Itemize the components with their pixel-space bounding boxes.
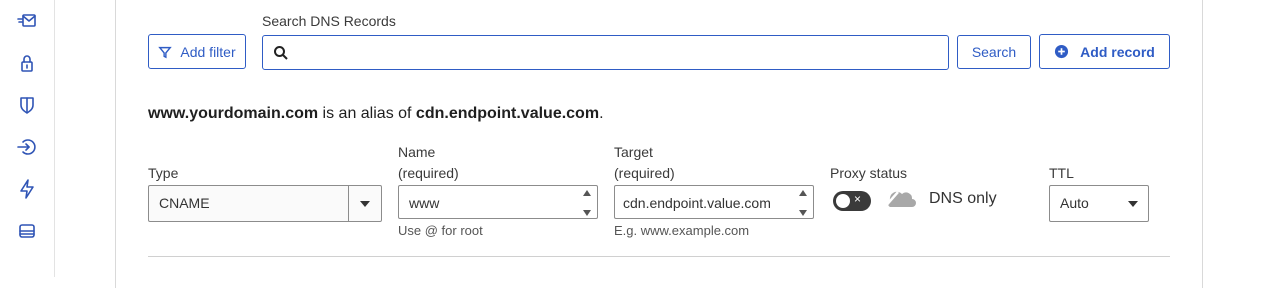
ttl-value: Auto <box>1060 195 1089 211</box>
name-stepper[interactable] <box>583 188 593 218</box>
name-required: (required) <box>398 165 459 181</box>
search-button-label: Search <box>971 44 1017 60</box>
lock-icon[interactable] <box>15 51 39 75</box>
storage-icon[interactable] <box>15 219 39 243</box>
name-field[interactable]: www <box>398 185 598 219</box>
target-field[interactable]: cdn.endpoint.value.com <box>614 185 814 219</box>
ttl-label: TTL <box>1049 165 1074 181</box>
add-record-button[interactable]: Add record <box>1039 34 1170 69</box>
target-hint: E.g. www.example.com <box>614 223 750 238</box>
plus-circle-icon <box>1055 44 1069 59</box>
alias-target: cdn.endpoint.value.com <box>415 105 600 122</box>
search-icon <box>274 46 288 60</box>
chevron-down-icon <box>360 201 370 207</box>
traffic-icon[interactable] <box>15 135 39 159</box>
sidebar <box>0 0 55 277</box>
proxy-status-value: DNS only <box>929 190 997 207</box>
alias-middle-text: is an alias of <box>318 105 416 122</box>
add-filter-label: Add filter <box>180 43 236 60</box>
target-required: (required) <box>614 165 675 181</box>
filter-icon <box>158 46 173 58</box>
type-dropdown-toggle[interactable] <box>348 186 381 221</box>
email-routing-icon[interactable] <box>15 9 39 33</box>
search-field[interactable] <box>262 35 949 70</box>
ttl-select[interactable]: Auto <box>1049 185 1149 222</box>
cloud-icon <box>884 191 916 209</box>
speed-icon[interactable] <box>15 177 39 201</box>
name-label: Name <box>398 144 436 160</box>
close-icon: × <box>854 192 862 206</box>
add-record-label: Add record <box>1080 43 1155 60</box>
proxy-status-label: Proxy status <box>830 165 908 181</box>
name-value: www <box>409 195 440 211</box>
proxy-toggle[interactable]: × <box>833 191 871 211</box>
alias-domain: www.yourdomain.com <box>148 105 319 122</box>
chevron-down-icon <box>1128 201 1138 207</box>
alias-description: www.yourdomain.com is an alias of cdn.en… <box>148 103 604 125</box>
form-divider <box>148 256 1170 257</box>
alias-end: . <box>599 105 604 122</box>
shield-icon[interactable] <box>15 93 39 117</box>
type-label: Type <box>148 165 179 181</box>
toggle-knob <box>836 194 850 208</box>
target-label: Target <box>614 144 653 160</box>
search-label: Search DNS Records <box>262 13 396 29</box>
name-hint: Use @ for root <box>398 223 483 238</box>
target-value: cdn.endpoint.value.com <box>623 195 771 211</box>
type-value: CNAME <box>159 195 210 211</box>
target-stepper[interactable] <box>799 188 809 218</box>
search-input[interactable] <box>297 42 941 66</box>
add-filter-button[interactable]: Add filter <box>148 34 246 69</box>
search-button[interactable]: Search <box>957 35 1031 69</box>
type-select[interactable]: CNAME <box>148 185 382 222</box>
